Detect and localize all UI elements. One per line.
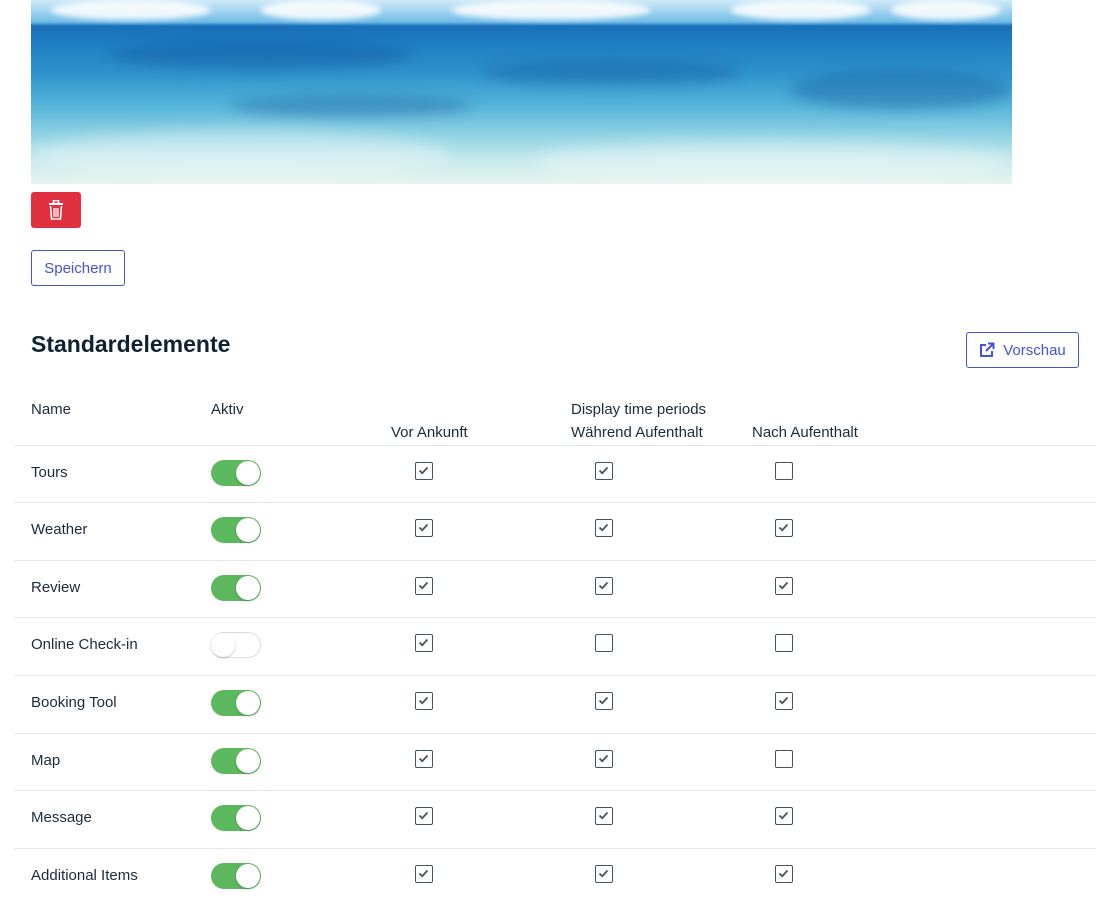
check-icon — [778, 523, 789, 532]
table-row: Additional Items — [14, 848, 1096, 906]
check-icon — [418, 581, 429, 590]
active-toggle[interactable] — [211, 632, 261, 658]
row-name: Weather — [31, 521, 88, 538]
row-name: Message — [31, 809, 92, 826]
row-name: Map — [31, 752, 61, 769]
check-icon — [598, 869, 609, 878]
header-active: Aktiv — [211, 401, 244, 418]
header-during-stay: Während Aufenthalt — [571, 424, 703, 441]
checkbox-during[interactable] — [595, 807, 613, 825]
toggle-knob — [236, 461, 260, 485]
active-toggle[interactable] — [211, 517, 261, 543]
checkbox-after[interactable] — [775, 462, 793, 480]
toggle-knob — [236, 518, 260, 542]
table-row: Map — [14, 733, 1096, 791]
row-name: Review — [31, 579, 81, 596]
checkbox-during[interactable] — [595, 634, 613, 652]
check-icon — [418, 811, 429, 820]
toggle-knob — [236, 576, 260, 600]
active-toggle[interactable] — [211, 575, 261, 601]
header-name: Name — [31, 401, 72, 418]
trash-icon — [49, 200, 63, 220]
header-after-stay: Nach Aufenthalt — [752, 424, 858, 441]
check-icon — [598, 523, 609, 532]
checkbox-before[interactable] — [415, 577, 433, 595]
toggle-knob — [236, 691, 260, 715]
checkbox-after[interactable] — [775, 692, 793, 710]
checkbox-during[interactable] — [595, 519, 613, 537]
row-name: Booking Tool — [31, 694, 117, 711]
checkbox-after[interactable] — [775, 807, 793, 825]
toggle-knob — [236, 864, 260, 888]
check-icon — [418, 869, 429, 878]
table-row: Booking Tool — [14, 675, 1096, 733]
external-link-icon — [980, 342, 995, 357]
toggle-knob — [236, 806, 260, 830]
row-name: Online Check-in — [31, 636, 138, 653]
active-toggle[interactable] — [211, 690, 261, 716]
active-toggle[interactable] — [211, 460, 261, 486]
table-row: Review — [14, 560, 1096, 618]
preview-label: Vorschau — [1003, 341, 1066, 359]
checkbox-after[interactable] — [775, 865, 793, 883]
checkbox-during[interactable] — [595, 750, 613, 768]
checkbox-during[interactable] — [595, 692, 613, 710]
checkbox-during[interactable] — [595, 462, 613, 480]
checkbox-before[interactable] — [415, 865, 433, 883]
checkbox-during[interactable] — [595, 577, 613, 595]
checkbox-before[interactable] — [415, 807, 433, 825]
toggle-knob — [236, 749, 260, 773]
checkbox-after[interactable] — [775, 750, 793, 768]
table-row: Online Check-in — [14, 617, 1096, 675]
row-name: Additional Items — [31, 867, 138, 884]
check-icon — [778, 696, 789, 705]
check-icon — [598, 811, 609, 820]
table-row: Tours — [14, 445, 1096, 503]
check-icon — [418, 523, 429, 532]
active-toggle[interactable] — [211, 748, 261, 774]
section-title: Standardelemente — [31, 331, 231, 357]
active-toggle[interactable] — [211, 863, 261, 889]
checkbox-before[interactable] — [415, 634, 433, 652]
delete-image-button[interactable] — [31, 192, 81, 228]
table-row: Weather — [14, 502, 1096, 560]
checkbox-after[interactable] — [775, 577, 793, 595]
check-icon — [418, 754, 429, 763]
preview-button[interactable]: Vorschau — [966, 332, 1079, 368]
checkbox-before[interactable] — [415, 692, 433, 710]
checkbox-after[interactable] — [775, 634, 793, 652]
checkbox-before[interactable] — [415, 462, 433, 480]
save-button[interactable]: Speichern — [31, 250, 125, 286]
banner-image — [31, 0, 1012, 184]
checkbox-during[interactable] — [595, 865, 613, 883]
header-before-arrival: Vor Ankunft — [391, 424, 468, 441]
check-icon — [778, 811, 789, 820]
checkbox-before[interactable] — [415, 750, 433, 768]
check-icon — [598, 754, 609, 763]
toggle-knob — [211, 633, 235, 657]
check-icon — [418, 696, 429, 705]
check-icon — [778, 581, 789, 590]
check-icon — [598, 581, 609, 590]
checkbox-after[interactable] — [775, 519, 793, 537]
row-name: Tours — [31, 464, 68, 481]
checkbox-before[interactable] — [415, 519, 433, 537]
active-toggle[interactable] — [211, 805, 261, 831]
check-icon — [598, 466, 609, 475]
header-display-time-periods: Display time periods — [571, 401, 707, 418]
check-icon — [418, 638, 429, 647]
check-icon — [598, 696, 609, 705]
check-icon — [418, 466, 429, 475]
check-icon — [778, 869, 789, 878]
table-row: Message — [14, 790, 1096, 848]
